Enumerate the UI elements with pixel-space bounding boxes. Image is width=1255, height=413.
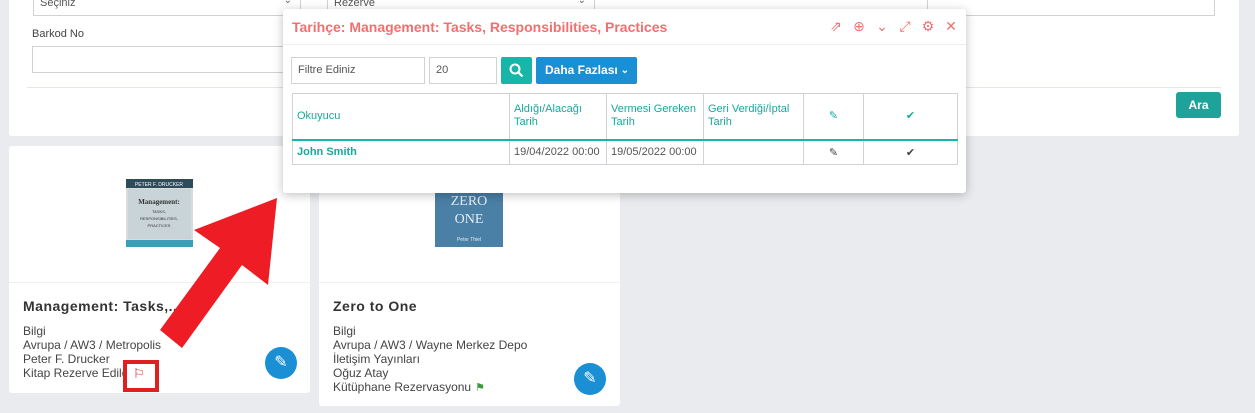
reader-cell[interactable]: John Smith — [292, 139, 510, 165]
checkmark-icon: ✔ — [905, 109, 916, 122]
column-header-reader[interactable]: Okuyucu — [292, 93, 510, 141]
expand-icon[interactable]: ⤢ — [898, 18, 912, 34]
modal-search-button[interactable] — [501, 57, 532, 84]
barcode-input[interactable] — [32, 46, 294, 73]
modal-toolbar: ⇗ ⊕ ⌄ ⤢ ⚙ ✕ — [829, 18, 958, 34]
barcode-label: Barkod No — [32, 28, 84, 40]
chevron-down-icon[interactable]: ⌄ — [875, 18, 889, 34]
flag-icon[interactable]: ⚑ — [475, 382, 485, 394]
pencil-icon[interactable]: ✎ — [829, 147, 838, 159]
export-icon[interactable]: ⇗ — [829, 18, 843, 34]
column-header-due-date[interactable]: Vermesi Gereken Tarih — [606, 93, 704, 141]
page-size-input[interactable]: 20 — [429, 57, 497, 84]
book-status: Kitap Rezerve Edild — [23, 366, 129, 380]
more-button-label: Daha Fazlası — [545, 63, 618, 77]
pencil-icon: ✎ — [828, 109, 839, 122]
chevron-down-icon: ⌄ — [283, 0, 292, 6]
book-info-label: Bilgi — [333, 324, 356, 338]
book-status-label: Kütüphane Rezervasyonu — [333, 380, 472, 394]
edit-button[interactable]: ✎ — [574, 363, 606, 395]
book-location: Avrupa / AW3 / Wayne Merkez Depo — [333, 338, 528, 352]
chevron-down-icon: ⌄ — [577, 0, 586, 6]
row-edit-cell[interactable]: ✎ — [803, 139, 864, 165]
flag-icon: ⚐ — [133, 366, 145, 381]
column-header-returned-date[interactable]: Geri Verdiği/İptal Tarih — [703, 93, 804, 141]
extra-select[interactable] — [927, 0, 1215, 16]
modal-divider — [283, 44, 966, 45]
column-header-check: ✔ — [863, 93, 958, 141]
book-author: Peter F. Drucker — [23, 352, 110, 366]
book-status: Kütüphane Rezervasyonu ⚑ — [333, 380, 485, 394]
book-title[interactable]: Zero to One — [333, 298, 417, 314]
book-location: Avrupa / AW3 / Metropolis — [23, 338, 162, 352]
book-author: Oğuz Atay — [333, 366, 389, 380]
chevron-down-icon: ⌄ — [620, 65, 629, 76]
svg-text:PETER F. DRUCKER: PETER F. DRUCKER — [135, 182, 183, 188]
taken-date-cell: 19/04/2022 00:00 — [509, 139, 607, 165]
search-button[interactable]: Ara — [1176, 92, 1221, 118]
close-icon[interactable]: ✕ — [944, 18, 958, 34]
category-select[interactable]: Seçiniz ⌄ — [33, 0, 301, 16]
svg-text:ZERO: ZERO — [451, 194, 488, 209]
reservation-flag-highlight[interactable]: ⚐ — [123, 360, 159, 392]
due-date-cell: 19/05/2022 00:00 — [606, 139, 704, 165]
history-modal: Tarihçe: Management: Tasks, Responsibili… — [283, 9, 966, 193]
category-select-value: Seçiniz — [40, 0, 76, 9]
svg-text:Peter Thiel: Peter Thiel — [457, 237, 481, 243]
pencil-icon: ✎ — [583, 370, 597, 387]
plus-circle-icon[interactable]: ⊕ — [852, 18, 866, 34]
more-button[interactable]: Daha Fazlası ⌄ — [536, 57, 637, 84]
modal-title: Tarihçe: Management: Tasks, Responsibili… — [292, 19, 668, 35]
history-table: Okuyucu Aldığı/Alacağı Tarih Vermesi Ger… — [292, 93, 958, 165]
table-row: John Smith 19/04/2022 00:00 19/05/2022 0… — [292, 139, 958, 165]
column-header-edit: ✎ — [803, 93, 864, 141]
checkmark-icon[interactable]: ✔ — [906, 147, 915, 159]
row-check-cell[interactable]: ✔ — [863, 139, 958, 165]
status-select-value: Rezerve — [334, 0, 375, 9]
table-header-row: Okuyucu Aldığı/Alacağı Tarih Vermesi Ger… — [292, 93, 958, 141]
book-publisher: İletişim Yayınları — [333, 352, 420, 366]
book-info-label: Bilgi — [23, 324, 46, 338]
search-icon — [509, 63, 524, 78]
annotation-arrow — [160, 198, 277, 348]
blank-field — [967, 46, 1215, 73]
returned-date-cell — [703, 139, 804, 165]
svg-text:ONE: ONE — [455, 212, 484, 227]
column-header-taken-date[interactable]: Aldığı/Alacağı Tarih — [509, 93, 607, 141]
gear-icon[interactable]: ⚙ — [921, 18, 935, 34]
filter-input[interactable]: Filtre Ediniz — [291, 57, 425, 84]
